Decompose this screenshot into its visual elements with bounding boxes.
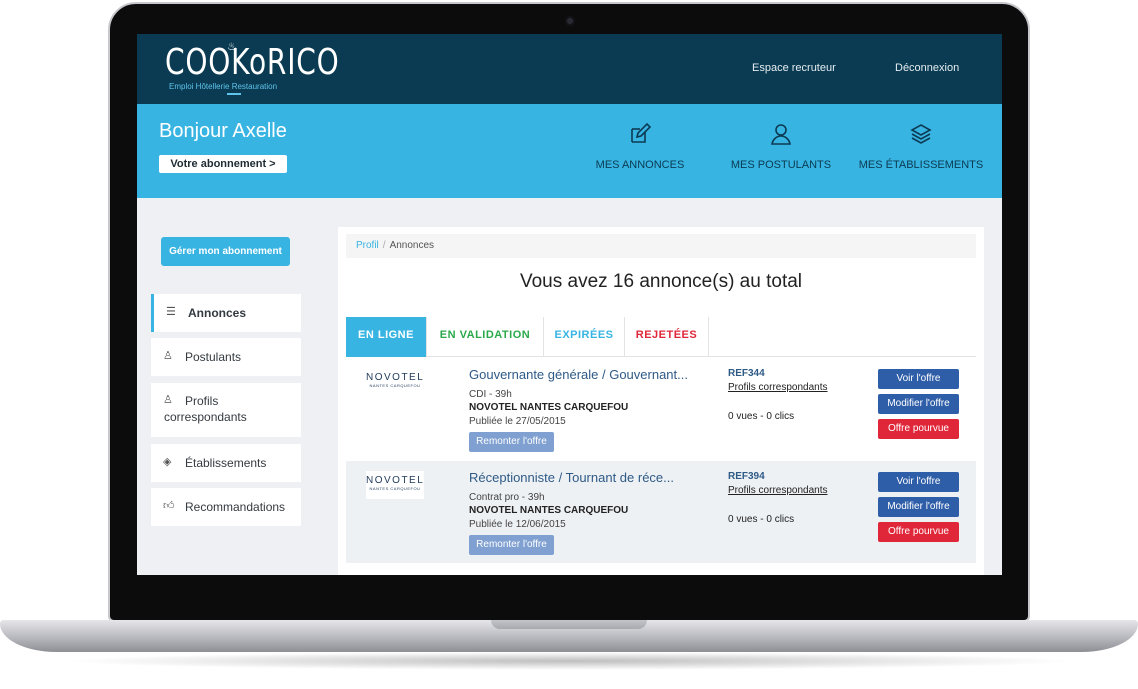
sidebar-item-matching-profiles[interactable]: ♙ Profils correspondants [151, 383, 301, 437]
user-icon: ♙ [163, 350, 173, 362]
listing-reference: REF344 [728, 368, 765, 379]
brand-name: NOVOTEL [366, 372, 425, 383]
listing-company: NOVOTEL NANTES CARQUEFOU [469, 505, 629, 516]
edit-offer-button[interactable]: Modifier l'offre [878, 394, 959, 414]
brand-name: NOVOTEL [366, 475, 425, 486]
logo-text: COOKoRICO [165, 42, 340, 83]
view-offer-button[interactable]: Voir l'offre [878, 472, 959, 492]
matching-profiles-link[interactable]: Profils correspondants [728, 382, 828, 393]
main-panel: Profil / Annonces Vous avez 16 annonce(s) … [338, 227, 984, 575]
listing-company: NOVOTEL NANTES CARQUEFOU [469, 402, 629, 413]
sidebar-item-recommendations[interactable]: 👍︎ Recommandations [151, 488, 301, 526]
listing-published-date: Publiée le 27/05/2015 [469, 416, 566, 427]
laptop-shadow [60, 652, 1078, 670]
tab-online[interactable]: EN LIGNE [346, 317, 427, 357]
subscription-button[interactable]: Votre abonnement > [159, 155, 287, 173]
logo-tagline: Emploi Hôtellerie Restauration [169, 82, 278, 91]
sidebar-item-label: Établissements [185, 456, 267, 470]
tab-rejected[interactable]: REJETÉES [625, 317, 709, 357]
list-icon: ☰ [166, 306, 176, 318]
sidebar-item-listings[interactable]: ☰ Annonces [151, 294, 301, 332]
logo-underline [227, 93, 241, 95]
nav-my-applicants-label: MES POSTULANTS [730, 159, 832, 171]
brand-logo: NOVOTEL NANTES CARQUEFOU [366, 368, 424, 396]
layers-icon: ◈ [163, 456, 172, 468]
breadcrumb-separator: / [382, 240, 386, 251]
repost-button[interactable]: Remonter l'offre [469, 432, 554, 452]
listing-row: NOVOTEL NANTES CARQUEFOU Réceptionniste … [346, 461, 976, 563]
nav-my-applicants[interactable]: MES POSTULANTS [711, 122, 851, 171]
thumbs-up-icon: 👍︎ [163, 500, 175, 512]
status-tabs: EN LIGNE EN VALIDATION EXPIRÉES REJETÉES [346, 317, 976, 357]
tab-pending[interactable]: EN VALIDATION [427, 317, 544, 357]
nav-my-listings-label: MES ANNONCES [595, 159, 685, 171]
breadcrumb-current: Annonces [389, 240, 435, 251]
matching-profiles-link[interactable]: Profils correspondants [728, 485, 828, 496]
nav-my-establishments-label: MES ÉTABLISSEMENTS [858, 159, 984, 171]
listing-contract: CDI - 39h [469, 389, 512, 400]
brand-tagline: NANTES CARQUEFOU [369, 383, 421, 388]
listing-stats: 0 vues - 0 clics [728, 514, 795, 525]
chef-hat-icon: ♨ [227, 41, 237, 53]
brand-logo: NOVOTEL NANTES CARQUEFOU [366, 471, 424, 499]
page-title: Vous avez 16 annonce(s) au total [519, 271, 803, 292]
recruiter-space-link[interactable]: Espace recruteur [752, 62, 836, 74]
nav-my-establishments[interactable]: MES ÉTABLISSEMENTS [851, 122, 991, 171]
sidebar-item-applicants[interactable]: ♙ Postulants [151, 338, 301, 376]
screen: COOKoRICO ♨ Emploi Hôtellerie Restaurati… [137, 34, 1002, 575]
repost-button[interactable]: Remonter l'offre [469, 535, 554, 555]
edit-icon [631, 122, 652, 143]
listing-published-date: Publiée le 12/06/2015 [469, 519, 566, 530]
breadcrumb-profile[interactable]: Profil [356, 240, 379, 251]
sidebar-item-label: Postulants [185, 350, 242, 364]
offer-filled-button[interactable]: Offre pourvue [878, 419, 959, 439]
layers-icon [910, 124, 932, 144]
listing-reference: REF394 [728, 471, 765, 482]
logo[interactable]: COOKoRICO ♨ Emploi Hôtellerie Restaurati… [165, 41, 339, 95]
sidebar-item-label: Recommandations [185, 500, 286, 514]
listing-contract: Contrat pro - 39h [469, 492, 545, 503]
listing-title[interactable]: Réceptionniste / Tournant de réce... [469, 470, 674, 485]
offer-filled-button[interactable]: Offre pourvue [878, 522, 959, 542]
laptop-base-notch [491, 620, 647, 629]
user-icon [771, 124, 791, 145]
sidebar-item-label: Annonces [188, 306, 247, 320]
tab-expired[interactable]: EXPIRÉES [544, 317, 625, 357]
sidebar-item-label-line2: correspondants [164, 410, 247, 424]
listing-row: NOVOTEL NANTES CARQUEFOU Gouvernante gén… [346, 358, 976, 460]
manage-subscription-button[interactable]: Gérer mon abonnement [161, 237, 290, 266]
listing-title[interactable]: Gouvernante générale / Gouvernant... [469, 367, 688, 382]
sidebar-item-label-line1: Profils [185, 394, 219, 408]
user-icon: ♙ [163, 394, 173, 406]
greeting: Bonjour Axelle [159, 120, 287, 142]
brand-tagline: NANTES CARQUEFOU [369, 486, 421, 491]
hero-banner: Bonjour Axelle Votre abonnement > MES AN… [137, 104, 1002, 198]
camera [565, 16, 575, 26]
top-bar: COOKoRICO ♨ Emploi Hôtellerie Restaurati… [137, 34, 1002, 104]
edit-offer-button[interactable]: Modifier l'offre [878, 497, 959, 517]
breadcrumb: Profil / Annonces [346, 234, 976, 258]
view-offer-button[interactable]: Voir l'offre [878, 369, 959, 389]
sidebar-item-establishments[interactable]: ◈ Établissements [151, 444, 301, 482]
logout-link[interactable]: Déconnexion [895, 62, 959, 74]
nav-my-listings[interactable]: MES ANNONCES [570, 122, 710, 171]
listing-stats: 0 vues - 0 clics [728, 411, 795, 422]
